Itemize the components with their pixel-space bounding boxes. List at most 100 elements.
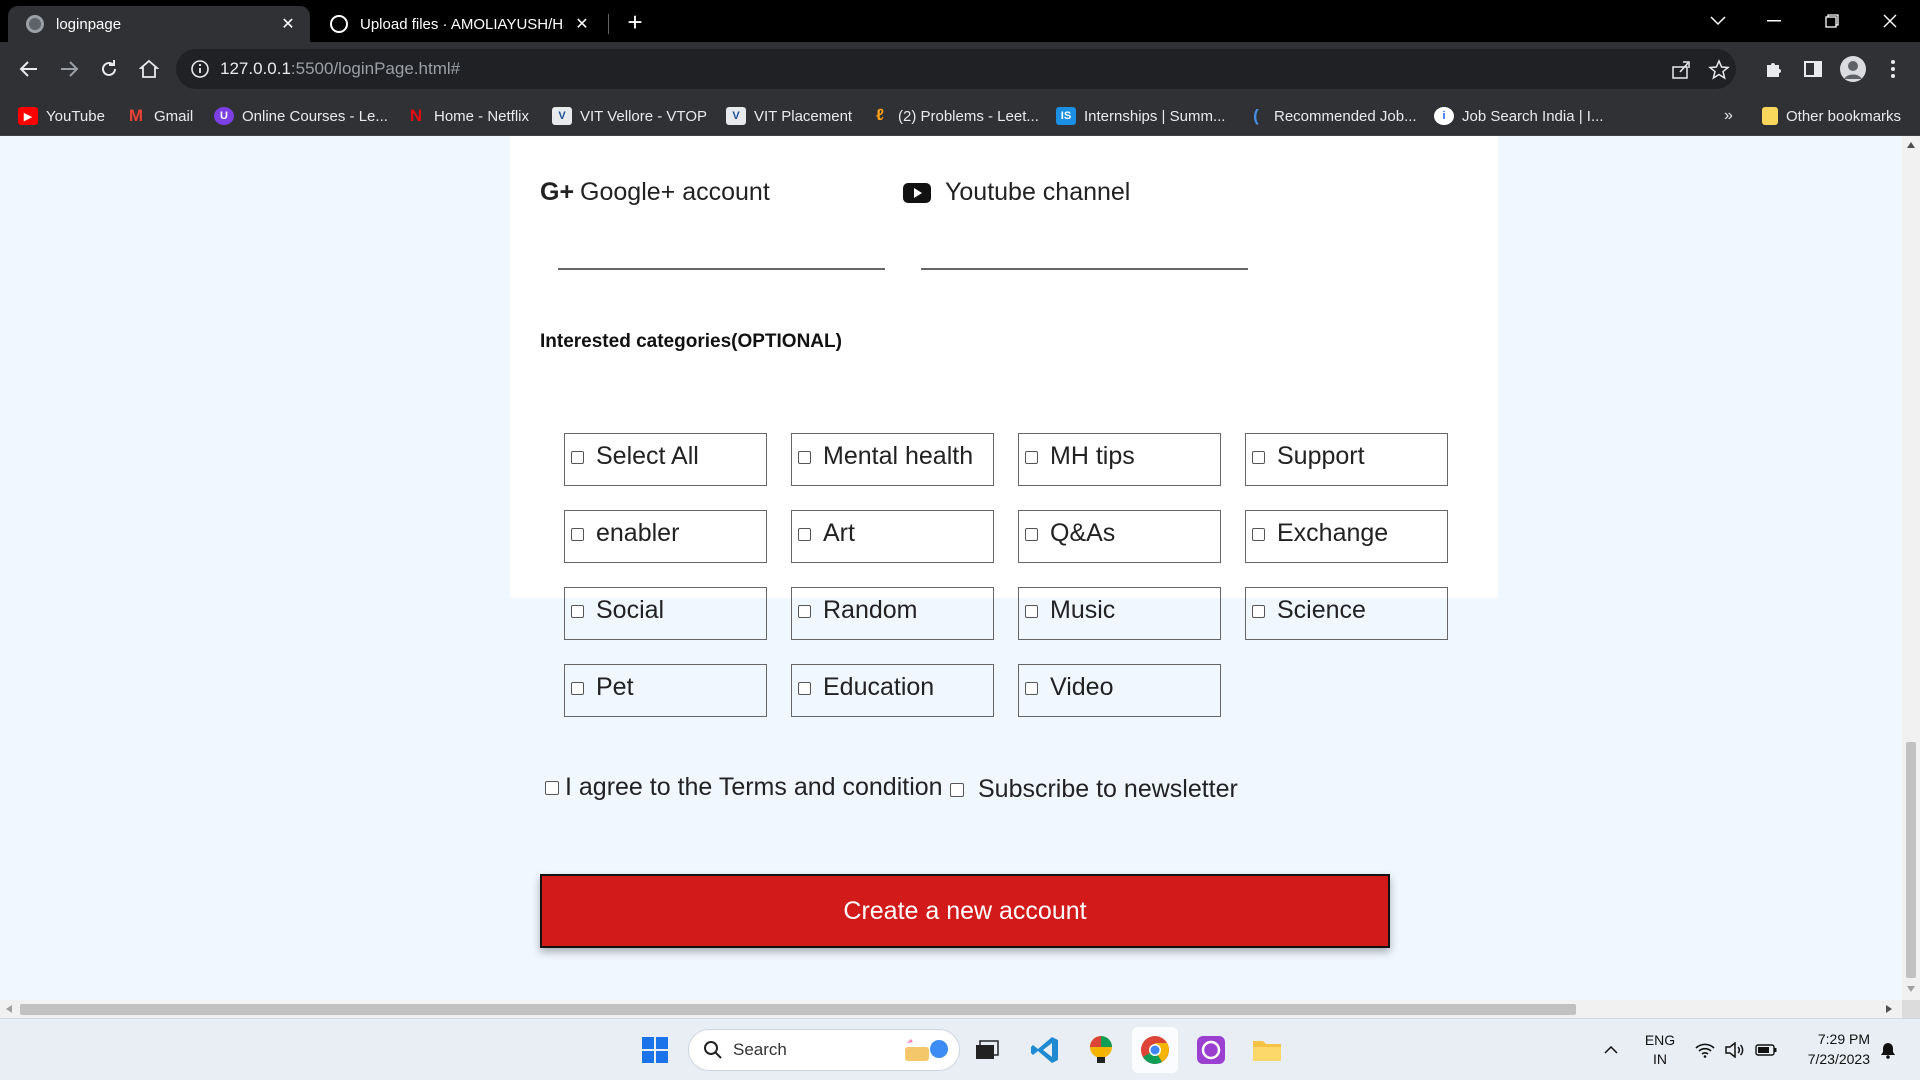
checkbox-icon[interactable] (798, 451, 811, 464)
category-label: enabler (596, 519, 680, 547)
scroll-right-icon[interactable] (1886, 1005, 1892, 1013)
checkbox-icon[interactable] (571, 451, 584, 464)
share-icon[interactable] (1670, 59, 1692, 81)
browser-menu-icon[interactable] (1878, 54, 1908, 84)
category-option[interactable]: Video (1018, 664, 1221, 717)
checkbox-icon[interactable] (1252, 528, 1265, 541)
google-plus-input[interactable] (558, 268, 885, 270)
newsletter-checkbox[interactable]: Subscribe to newsletter (950, 775, 1238, 804)
horizontal-scroll-thumb[interactable] (20, 1004, 1576, 1015)
checkbox-icon[interactable] (798, 528, 811, 541)
youtube-channel-input[interactable] (921, 268, 1248, 270)
site-info-icon[interactable] (190, 59, 210, 79)
profile-avatar[interactable] (1838, 54, 1868, 84)
chrome-icon[interactable] (1132, 1027, 1178, 1073)
category-option[interactable]: Social (564, 587, 767, 640)
checkbox-icon[interactable] (1252, 451, 1265, 464)
tab-loginpage[interactable]: loginpage ✕ (8, 6, 310, 42)
category-option[interactable]: Pet (564, 664, 767, 717)
language-indicator[interactable]: ENG IN (1640, 1031, 1680, 1069)
category-option[interactable]: Music (1018, 587, 1221, 640)
side-panel-icon[interactable] (1798, 54, 1828, 84)
bookmarks-overflow-button[interactable]: » (1724, 96, 1733, 136)
close-tab-icon[interactable]: ✕ (572, 14, 592, 34)
bookmark-star-icon[interactable] (1708, 59, 1730, 81)
back-button[interactable] (14, 54, 44, 84)
search-placeholder: Search (733, 1040, 787, 1059)
scroll-down-icon[interactable] (1907, 986, 1915, 992)
checkbox-icon[interactable] (1252, 605, 1265, 618)
address-bar[interactable]: 127.0.0.1:5500/loginPage.html# (176, 49, 1736, 89)
category-option[interactable]: Select All (564, 433, 767, 486)
close-window-button[interactable] (1862, 0, 1918, 42)
close-tab-icon[interactable]: ✕ (278, 14, 298, 34)
terms-checkbox[interactable]: I agree to the Terms and condition (545, 773, 943, 802)
bookmark-leetcode[interactable]: ℓ (2) Problems - Leet... (870, 96, 1039, 136)
vertical-scroll-thumb[interactable] (1906, 742, 1916, 978)
category-option[interactable]: Q&As (1018, 510, 1221, 563)
create-account-button[interactable]: Create a new account (540, 874, 1390, 948)
category-option[interactable]: enabler (564, 510, 767, 563)
vtop-icon: V (552, 107, 572, 125)
checkbox-icon[interactable] (571, 528, 584, 541)
category-label: Exchange (1277, 519, 1389, 547)
forward-button[interactable] (54, 54, 84, 84)
category-option[interactable]: MH tips (1018, 433, 1221, 486)
category-option[interactable]: Exchange (1245, 510, 1448, 563)
volume-icon[interactable] (1722, 1019, 1748, 1080)
vscode-icon[interactable] (1022, 1027, 1068, 1073)
bookmark-vtop[interactable]: V VIT Vellore - VTOP (552, 96, 707, 136)
checkbox-icon[interactable] (950, 782, 964, 797)
checkbox-icon[interactable] (571, 605, 584, 618)
categories-title: Interested categories(OPTIONAL) (540, 331, 842, 352)
task-view-icon[interactable] (964, 1027, 1010, 1073)
extensions-icon[interactable] (1758, 54, 1788, 84)
bookmark-online-courses[interactable]: U Online Courses - Le... (214, 96, 388, 136)
bookmark-gmail[interactable]: M Gmail (126, 96, 193, 136)
bookmark-vit-placement[interactable]: V VIT Placement (726, 96, 852, 136)
browser-tab-strip: loginpage ✕ Upload files · AMOLIAYUSH/Ha… (0, 0, 1920, 42)
category-option[interactable]: Education (791, 664, 994, 717)
category-option[interactable]: Art (791, 510, 994, 563)
category-option[interactable]: Random (791, 587, 994, 640)
app-icon[interactable] (1188, 1027, 1234, 1073)
checkbox-icon[interactable] (1025, 605, 1038, 618)
checkbox-icon[interactable] (1025, 451, 1038, 464)
restore-button[interactable] (1804, 0, 1860, 42)
scroll-left-icon[interactable] (6, 1005, 12, 1013)
vertical-scrollbar[interactable] (1902, 136, 1920, 1000)
show-hidden-icons-button[interactable] (1598, 1019, 1624, 1080)
reload-button[interactable] (94, 54, 124, 84)
checkbox-icon[interactable] (1025, 528, 1038, 541)
checkbox-icon[interactable] (798, 682, 811, 695)
horizontal-scrollbar[interactable] (0, 1000, 1902, 1018)
checkbox-icon[interactable] (571, 682, 584, 695)
bookmark-netflix[interactable]: N Home - Netflix (406, 96, 529, 136)
file-explorer-icon[interactable] (1244, 1027, 1290, 1073)
notifications-icon[interactable] (1876, 1019, 1900, 1080)
taskbar-search[interactable]: Search (688, 1029, 960, 1071)
start-button[interactable] (632, 1027, 678, 1073)
system-clock[interactable]: 7:29 PM 7/23/2023 (1790, 1029, 1870, 1069)
category-option[interactable]: Support (1245, 433, 1448, 486)
other-bookmarks[interactable]: Other bookmarks (1762, 96, 1901, 136)
bookmark-internshala[interactable]: IS Internships | Summ... (1056, 96, 1225, 136)
tab-upload-files[interactable]: Upload files · AMOLIAYUSH/Habi ✕ (312, 6, 604, 42)
color-picker-icon[interactable] (1078, 1027, 1124, 1073)
tab-search-icon[interactable] (1690, 0, 1746, 42)
bookmark-indeed[interactable]: i Job Search India | I... (1434, 96, 1603, 136)
category-option[interactable]: Mental health (791, 433, 994, 486)
checkbox-icon[interactable] (798, 605, 811, 618)
home-button[interactable] (134, 54, 164, 84)
checkbox-icon[interactable] (545, 780, 559, 795)
bookmark-naukri[interactable]: ( Recommended Job... (1246, 96, 1416, 136)
new-tab-button[interactable]: + (620, 8, 650, 38)
category-label: Music (1050, 596, 1116, 624)
scroll-up-icon[interactable] (1907, 142, 1915, 148)
checkbox-icon[interactable] (1025, 682, 1038, 695)
wifi-icon[interactable] (1692, 1019, 1718, 1080)
battery-icon[interactable] (1752, 1019, 1780, 1080)
minimize-button[interactable] (1746, 0, 1802, 42)
bookmark-youtube[interactable]: ▶ YouTube (18, 96, 105, 136)
category-option[interactable]: Science (1245, 587, 1448, 640)
